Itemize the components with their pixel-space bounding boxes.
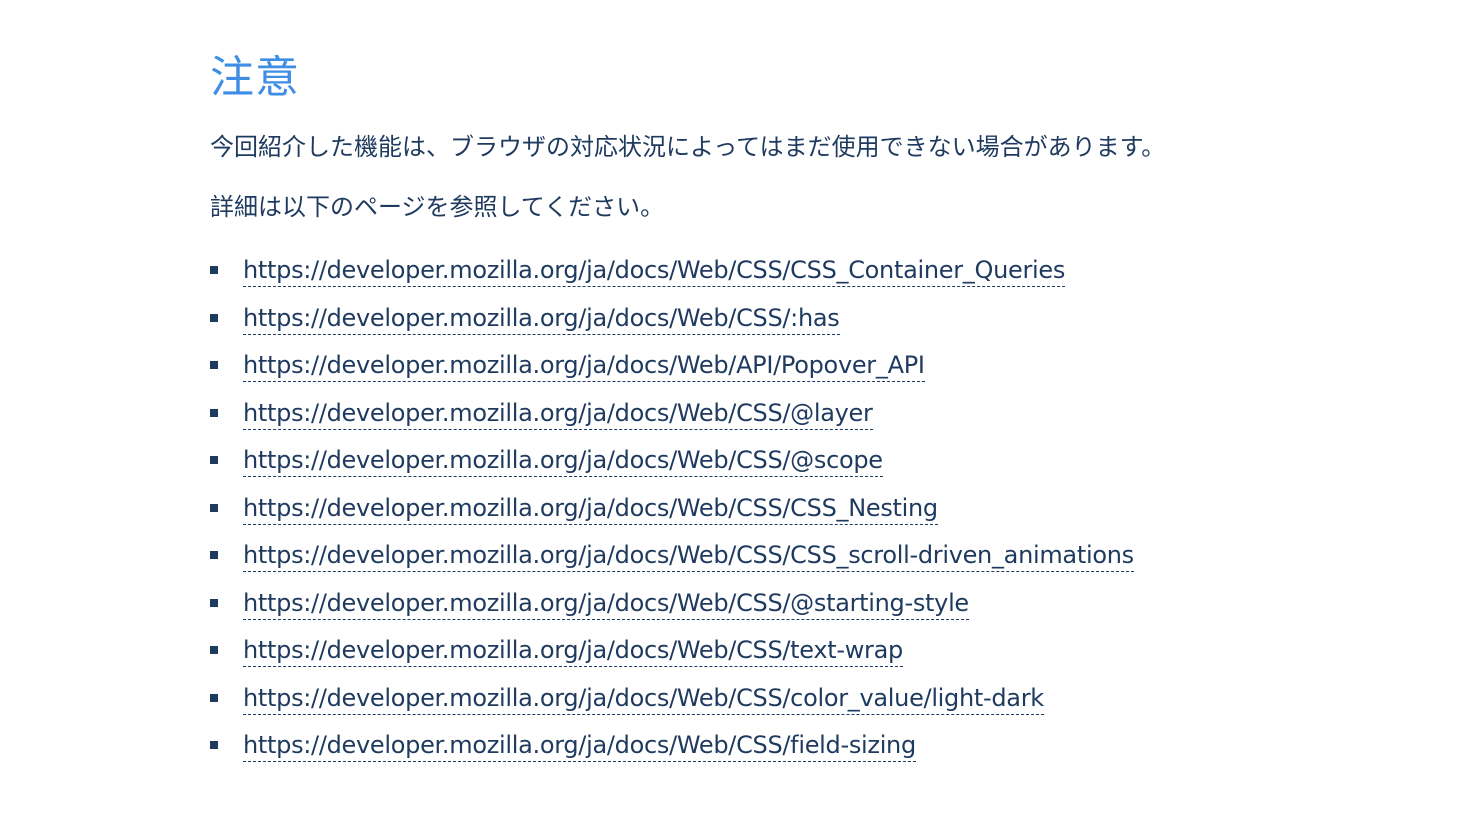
list-item: https://developer.mozilla.org/ja/docs/We…	[210, 302, 1470, 350]
list-item: https://developer.mozilla.org/ja/docs/We…	[210, 492, 1470, 540]
list-item: https://developer.mozilla.org/ja/docs/We…	[210, 349, 1470, 397]
link-popover-api[interactable]: https://developer.mozilla.org/ja/docs/We…	[243, 349, 925, 382]
square-bullet-icon	[210, 741, 218, 749]
link-scope[interactable]: https://developer.mozilla.org/ja/docs/We…	[243, 444, 883, 477]
square-bullet-icon	[210, 313, 218, 322]
list-item: https://developer.mozilla.org/ja/docs/We…	[210, 682, 1470, 730]
details-paragraph: 詳細は以下のページを参照してください。	[210, 193, 665, 221]
list-item: https://developer.mozilla.org/ja/docs/We…	[210, 634, 1470, 682]
notice-paragraph: 今回紹介した機能は、ブラウザの対応状況によってはまだ使用できない場合があります。	[210, 133, 1166, 161]
square-bullet-icon	[210, 408, 218, 417]
link-light-dark[interactable]: https://developer.mozilla.org/ja/docs/We…	[243, 682, 1044, 715]
slide: 注意 今回紹介した機能は、ブラウザの対応状況によってはまだ使用できない場合があり…	[0, 0, 1470, 828]
list-item: https://developer.mozilla.org/ja/docs/We…	[210, 539, 1470, 587]
link-layer[interactable]: https://developer.mozilla.org/ja/docs/We…	[243, 397, 873, 430]
square-bullet-icon	[210, 266, 218, 274]
page-title: 注意	[210, 52, 300, 103]
square-bullet-icon	[210, 551, 218, 559]
link-text-wrap[interactable]: https://developer.mozilla.org/ja/docs/We…	[243, 634, 903, 667]
list-item: https://developer.mozilla.org/ja/docs/We…	[210, 587, 1470, 635]
reference-link-list: https://developer.mozilla.org/ja/docs/We…	[210, 254, 1470, 777]
link-field-sizing[interactable]: https://developer.mozilla.org/ja/docs/We…	[243, 729, 916, 762]
link-scroll-driven-animations[interactable]: https://developer.mozilla.org/ja/docs/We…	[243, 539, 1134, 572]
square-bullet-icon	[210, 503, 218, 512]
link-container-queries[interactable]: https://developer.mozilla.org/ja/docs/We…	[243, 254, 1065, 287]
square-bullet-icon	[210, 361, 218, 369]
square-bullet-icon	[210, 456, 218, 464]
list-item: https://developer.mozilla.org/ja/docs/We…	[210, 729, 1470, 777]
square-bullet-icon	[210, 693, 218, 702]
list-item: https://developer.mozilla.org/ja/docs/We…	[210, 444, 1470, 492]
square-bullet-icon	[210, 598, 218, 607]
list-item: https://developer.mozilla.org/ja/docs/We…	[210, 254, 1470, 302]
link-css-nesting[interactable]: https://developer.mozilla.org/ja/docs/We…	[243, 492, 938, 525]
square-bullet-icon	[210, 646, 218, 654]
link-starting-style[interactable]: https://developer.mozilla.org/ja/docs/We…	[243, 587, 969, 620]
link-has[interactable]: https://developer.mozilla.org/ja/docs/We…	[243, 302, 840, 335]
list-item: https://developer.mozilla.org/ja/docs/We…	[210, 397, 1470, 445]
